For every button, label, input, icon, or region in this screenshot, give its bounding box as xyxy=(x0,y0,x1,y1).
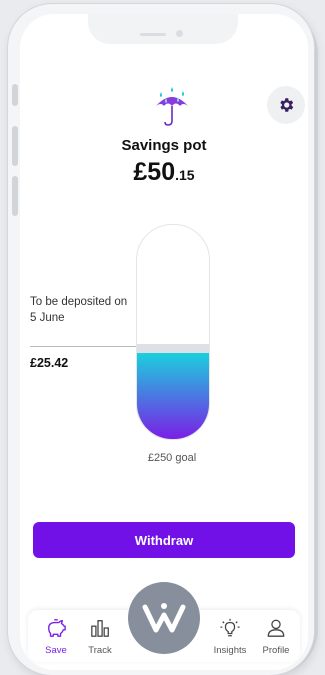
tab-track[interactable]: Track xyxy=(78,618,122,656)
deposit-label: To be deposited on 5 June xyxy=(30,296,128,324)
notch-camera xyxy=(176,30,183,37)
withdraw-button[interactable]: Withdraw xyxy=(33,522,295,558)
center-action-button[interactable] xyxy=(128,582,200,654)
lightbulb-icon xyxy=(220,618,240,637)
pot-title: Savings pot xyxy=(121,137,207,154)
tab-track-label: Track xyxy=(88,645,112,656)
deposit-indicator-line xyxy=(30,346,136,347)
goal-label: £250 goal xyxy=(147,452,197,464)
gear-icon xyxy=(280,98,294,112)
umbrella-rain-icon xyxy=(156,87,188,126)
balance-pence: .15 xyxy=(175,167,195,183)
balance-pounds: £50 xyxy=(133,158,176,186)
tab-save[interactable]: Save xyxy=(34,618,78,656)
pot-balance: £50.15 xyxy=(20,158,308,187)
person-icon xyxy=(267,619,285,637)
w-logo-icon xyxy=(142,603,186,633)
gauge-pending-segment xyxy=(137,344,209,353)
gauge-fill xyxy=(137,353,209,439)
savings-gauge xyxy=(136,224,210,440)
settings-button[interactable] xyxy=(267,86,305,124)
notch-speaker xyxy=(140,33,166,36)
phone-notch xyxy=(88,14,238,44)
phone-side-button xyxy=(12,84,18,106)
tab-save-label: Save xyxy=(45,645,67,656)
tab-insights-label: Insights xyxy=(213,645,247,656)
tab-insights[interactable]: Insights xyxy=(208,618,252,656)
tab-profile-label: Profile xyxy=(262,645,290,656)
app-screen: Savings pot £50.15 To be deposited on 5 … xyxy=(20,14,308,670)
tab-profile[interactable]: Profile xyxy=(254,618,298,656)
deposit-amount: £25.42 xyxy=(30,356,69,370)
phone-volume-down xyxy=(12,176,18,216)
phone-volume-up xyxy=(12,126,18,166)
piggy-bank-icon xyxy=(48,619,66,637)
bar-chart-icon xyxy=(91,620,109,637)
